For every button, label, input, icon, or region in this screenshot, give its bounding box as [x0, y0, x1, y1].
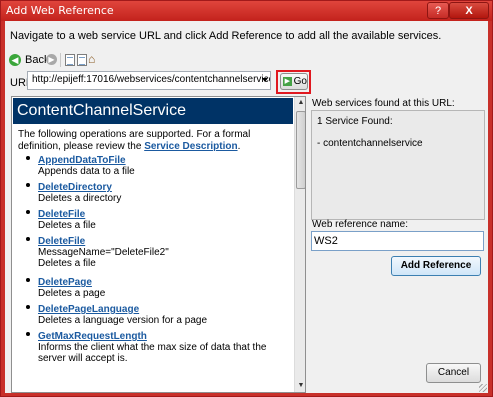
home-icon[interactable]: ⌂	[88, 53, 100, 66]
service-intro: The following operations are supported. …	[18, 129, 290, 153]
operation-item: AppendDataToFile Appends data to a file	[26, 155, 288, 182]
forward-arrow-icon[interactable]: ▶	[46, 54, 57, 65]
services-found-label: Web services found at this URL:	[312, 98, 455, 109]
operation-desc: Deletes a file	[38, 220, 96, 231]
operation-link[interactable]: DeleteFile	[38, 236, 288, 247]
operation-item: DeleteDirectory Deletes a directory	[26, 182, 288, 209]
bullet	[26, 237, 30, 241]
operation-desc: Deletes a language version for a page	[38, 315, 208, 326]
operation-link[interactable]: DeletePageLanguage	[38, 304, 288, 315]
intro-end: .	[237, 141, 241, 152]
bullet	[26, 183, 30, 187]
url-combobox[interactable]: http://epijeff:17016/webservices/content…	[27, 71, 271, 90]
services-found-box: 1 Service Found: - contentchannelservice	[311, 110, 485, 220]
back-arrow-icon: ◀	[9, 54, 21, 66]
go-label: Go	[293, 76, 307, 87]
close-button[interactable]: X	[449, 2, 489, 19]
operation-desc: Deletes a page	[38, 288, 106, 299]
scroll-up-arrow-icon[interactable]: ▲	[296, 98, 305, 108]
service-title: ContentChannelService	[13, 98, 293, 124]
go-button[interactable]: ▶ Go	[280, 73, 308, 90]
operation-desc: Informs the client what the max size of …	[38, 342, 267, 364]
stop-page-icon[interactable]	[65, 54, 75, 66]
add-web-reference-dialog: Add Web Reference ? X Navigate to a web …	[0, 0, 493, 397]
operation-link[interactable]: DeleteFile	[38, 209, 288, 220]
navigation-toolbar: ◀ Back ▶ ⌂	[9, 50, 149, 70]
operation-link[interactable]: GetMaxRequestLength	[38, 331, 288, 342]
help-button[interactable]: ?	[427, 2, 449, 19]
chevron-down-icon[interactable]	[262, 78, 268, 82]
operation-message-name: MessageName="DeleteFile2"	[38, 247, 169, 258]
dialog-client-area: Navigate to a web service URL and click …	[5, 21, 488, 393]
bullet	[26, 278, 30, 282]
operations-list: AppendDataToFile Appends data to a file …	[26, 155, 288, 383]
url-value: http://epijeff:17016/webservices/content…	[32, 74, 270, 85]
reference-name-label: Web reference name:	[312, 219, 408, 230]
title-bar: Add Web Reference ? X	[1, 1, 492, 21]
scroll-thumb[interactable]	[296, 111, 305, 189]
operation-desc: Deletes a file	[38, 258, 96, 269]
add-reference-button[interactable]: Add Reference	[391, 256, 481, 276]
operation-item: DeleteFile Deletes a file	[26, 209, 288, 236]
bullet	[26, 210, 30, 214]
cancel-button[interactable]: Cancel	[426, 363, 481, 383]
operation-item: DeleteFile MessageName="DeleteFile2" Del…	[26, 236, 288, 277]
instruction-text: Navigate to a web service URL and click …	[10, 30, 442, 42]
service-browser-pane[interactable]: ContentChannelService The following oper…	[11, 96, 306, 393]
operation-item: DeletePageLanguage Deletes a language ve…	[26, 304, 288, 331]
scroll-down-arrow-icon[interactable]: ▼	[296, 381, 305, 391]
reference-name-input[interactable]	[311, 231, 484, 251]
operation-link[interactable]: AppendDataToFile	[38, 155, 288, 166]
go-arrow-icon: ▶	[283, 77, 292, 86]
operation-desc: Deletes a directory	[38, 193, 122, 204]
refresh-page-icon[interactable]	[77, 54, 87, 66]
operation-link[interactable]: DeleteDirectory	[38, 182, 288, 193]
service-count: 1 Service Found:	[317, 116, 393, 127]
operation-item: DeletePage Deletes a page	[26, 277, 288, 304]
bullet	[26, 156, 30, 160]
resize-grip[interactable]	[479, 384, 487, 392]
found-service-item: - contentchannelservice	[317, 138, 423, 149]
vertical-scrollbar[interactable]: ▲ ▼	[294, 97, 305, 392]
bullet	[26, 305, 30, 309]
window-title: Add Web Reference	[6, 4, 114, 17]
toolbar-separator	[60, 53, 61, 67]
service-description-link[interactable]: Service Description	[144, 141, 237, 152]
operation-link[interactable]: DeletePage	[38, 277, 288, 288]
operation-desc: Appends data to a file	[38, 166, 135, 177]
bullet	[26, 332, 30, 336]
operation-item: GetMaxRequestLength Informs the client w…	[26, 331, 288, 383]
